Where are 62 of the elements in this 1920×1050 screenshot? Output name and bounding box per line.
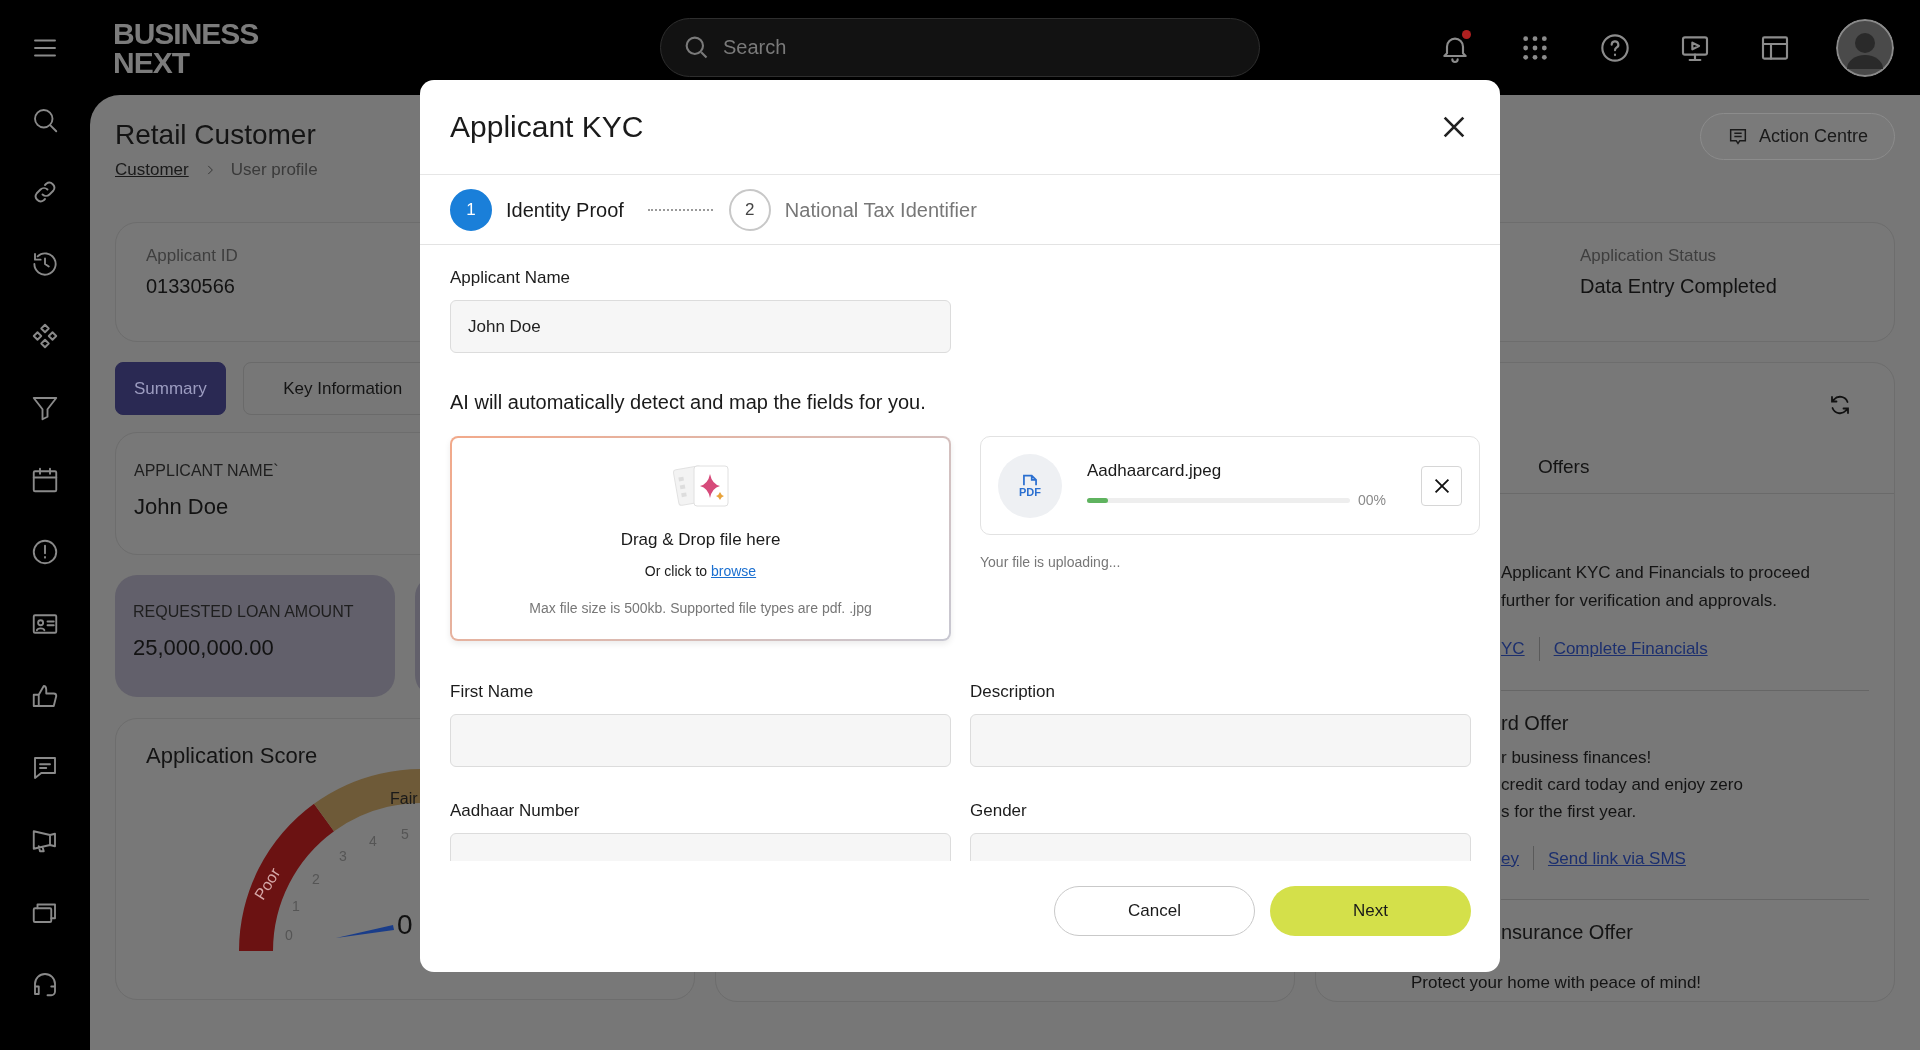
- search-field[interactable]: Search: [660, 18, 1260, 77]
- field-value: Data Entry Completed: [1580, 274, 1778, 299]
- field-label: Aadhaar Number: [450, 800, 581, 822]
- calendar-icon[interactable]: [30, 465, 60, 495]
- field-label: Applicant ID: [146, 245, 238, 267]
- drop-title: Drag & Drop file here: [620, 529, 781, 551]
- logo[interactable]: BUSINESS NEXT: [113, 18, 265, 77]
- refresh-icon[interactable]: [1828, 393, 1852, 417]
- step-number: 2: [728, 188, 771, 231]
- help-icon[interactable]: [1599, 31, 1631, 64]
- card-title: Application Score: [146, 742, 319, 770]
- text-field[interactable]: John Doe: [450, 300, 951, 353]
- tab[interactable]: Summary: [115, 362, 226, 415]
- field-label: APPLICANT NAME`: [134, 461, 280, 481]
- field-label: Application Status: [1580, 245, 1718, 267]
- offer-title: rd Offer: [1501, 710, 1570, 736]
- field-label: Applicant Name: [450, 267, 571, 289]
- field-label: Gender: [970, 800, 1028, 822]
- action-centre-button[interactable]: Action Centre: [1700, 113, 1895, 160]
- step-tab[interactable]: 1 Identity Proof: [450, 188, 624, 231]
- next-button[interactable]: Next: [1270, 886, 1471, 936]
- offer-title: nsurance Offer: [1501, 920, 1634, 945]
- offer-link[interactable]: Send link via SMS: [1547, 845, 1686, 871]
- upload-status: Your file is uploading...: [980, 553, 1122, 572]
- field-label: REQUESTED LOAN AMOUNT: [133, 602, 355, 622]
- avatar[interactable]: [1836, 18, 1894, 77]
- diamond-grid-icon[interactable]: [30, 321, 60, 351]
- step-tab[interactable]: 2 National Tax Identifier: [728, 188, 977, 231]
- offer-link[interactable]: Complete Financials: [1553, 636, 1708, 662]
- step-number: 1: [450, 188, 492, 231]
- history-icon[interactable]: [30, 249, 60, 279]
- field-value: John Doe: [134, 493, 230, 521]
- pdf-file-icon: PDF: [998, 453, 1062, 518]
- page-title: Retail Customer: [115, 118, 317, 152]
- field-value: 25,000,000.00: [133, 634, 275, 662]
- text-field[interactable]: [970, 714, 1471, 767]
- cancel-button[interactable]: Cancel: [1054, 886, 1255, 936]
- browse-link[interactable]: browse: [711, 563, 757, 579]
- remove-file-button[interactable]: [1421, 465, 1462, 506]
- drop-zone[interactable]: Drag & Drop file here Or click to browse Max file size is 500kb. Supported file types are pdf. .jpg: [450, 436, 951, 641]
- offer-text: Protect your home with peace of mind!: [1411, 972, 1703, 994]
- field-label: First Name: [450, 681, 535, 703]
- alert-icon[interactable]: [30, 537, 60, 567]
- gauge-needle: [336, 925, 394, 938]
- field-value: 01330566: [146, 274, 236, 299]
- ai-note: AI will automatically detect and map the fields for you.: [450, 390, 927, 415]
- file-name: Aadhaarcard.jpeg: [1087, 460, 1223, 482]
- offer-link[interactable]: ey: [1501, 845, 1519, 871]
- text-field[interactable]: [450, 714, 951, 767]
- field-label: Description: [970, 681, 1057, 703]
- breadcrumb-current: User profile: [230, 160, 318, 180]
- drop-hint: Max file size is 500kb. Supported file types are pdf. .jpg: [529, 599, 872, 618]
- zone-label: Fair: [390, 790, 418, 807]
- progress-percent: 00%: [1358, 491, 1387, 510]
- modal-title: Applicant KYC: [450, 109, 644, 145]
- offer-text: Applicant KYC and Financials to proceed further for verification and approvals.: [1501, 562, 1811, 612]
- offer-text: r business finances! credit card today and enjoy zero s for the first year.: [1501, 746, 1744, 823]
- gauge-value: 0: [397, 909, 413, 940]
- breadcrumb-link[interactable]: Customer: [115, 160, 189, 180]
- tab[interactable]: Offers: [1526, 441, 1602, 493]
- drop-prompt: Or click to browse: [644, 562, 757, 581]
- offer-link[interactable]: YC: [1501, 636, 1525, 662]
